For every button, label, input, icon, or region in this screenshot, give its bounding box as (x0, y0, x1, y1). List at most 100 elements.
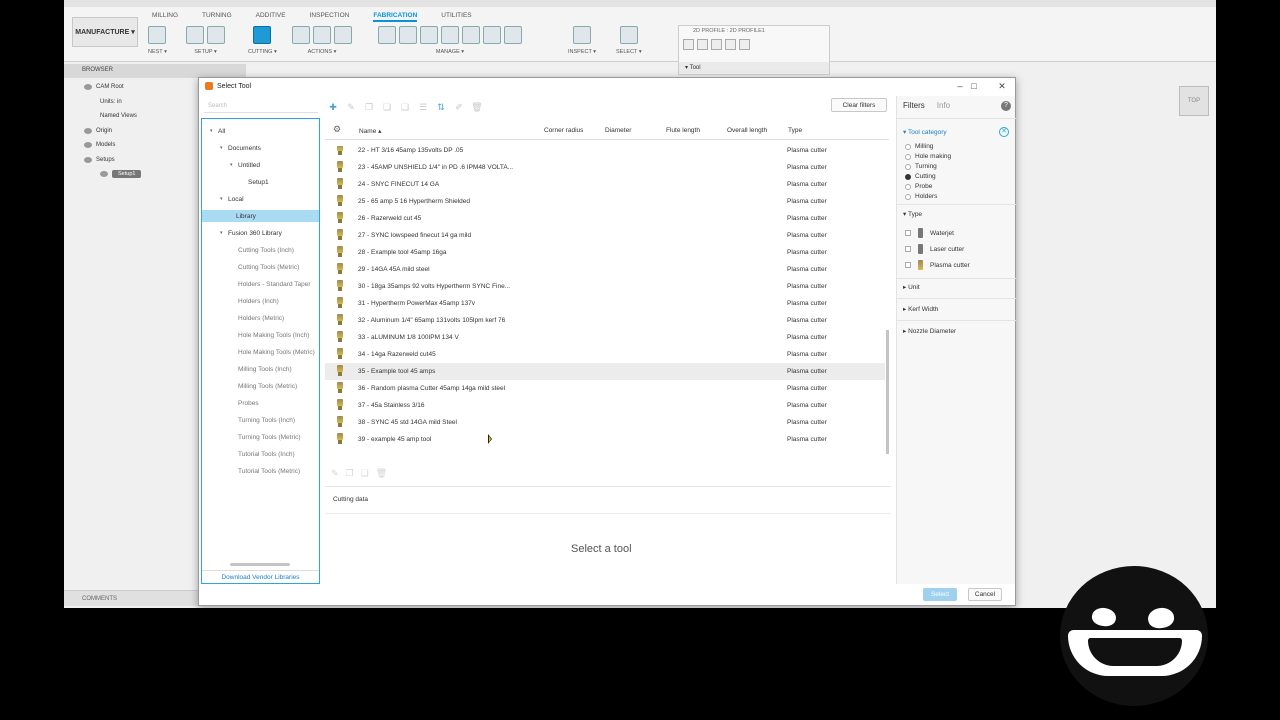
radio-button[interactable] (905, 153, 911, 160)
delete-preset-icon[interactable]: 🗑 (376, 468, 387, 479)
docs-icon[interactable] (504, 26, 522, 44)
tree-setup1[interactable]: Setup1 (84, 167, 204, 182)
nest-icon[interactable] (148, 26, 167, 44)
tree-cam-root[interactable]: CAM Root (84, 80, 204, 95)
library-tree-item[interactable]: Milling Tools (Inch) (202, 363, 319, 375)
copy-preset-icon[interactable]: ❐ (346, 468, 354, 479)
library-tree-item[interactable]: Tutorial Tools (Metric) (202, 465, 319, 477)
setup-sheet-icon[interactable] (207, 26, 225, 44)
library-tree-item[interactable]: Holders - Standard Taper (202, 278, 319, 290)
col-overall-length[interactable]: Overall length (727, 127, 767, 134)
radio-button[interactable] (905, 173, 911, 180)
table-row[interactable]: 33 - aLUMINUM 1/8 100IPM 134 V Plasma cut… (325, 329, 885, 346)
checkbox[interactable] (905, 246, 911, 252)
tab-fabrication[interactable]: FABRICATION (373, 12, 418, 22)
radio-button[interactable] (905, 143, 911, 150)
library-tree-item[interactable]: Turning Tools (Metric) (202, 431, 319, 443)
table-row[interactable]: 23 - 45AMP UNSHIELD 1/4" in PD .6 IPM48 … (325, 159, 885, 176)
table-row[interactable]: 28 - Example tool 45amp 16ga Plasma cutte… (325, 244, 885, 261)
library-tree-item[interactable]: ▾ Fusion 360 Library (202, 227, 319, 239)
table-row[interactable]: 26 - Razerweld cut 45 Plasma cutter (325, 210, 885, 227)
table-row[interactable]: 36 - Random plasma Cutter 45amp 14ga mil… (325, 380, 885, 397)
category-option[interactable]: Cutting (905, 173, 936, 180)
nest-group[interactable]: NEST ▾ (148, 24, 167, 59)
maximize-icon[interactable]: □ (967, 81, 981, 91)
setup-group[interactable]: SETUP ▾ (186, 24, 225, 59)
vertical-scrollbar[interactable] (886, 330, 889, 454)
table-row[interactable]: 31 - Hypertherm PowerMax 45amp 137v Plasm… (325, 295, 885, 312)
help-icon[interactable]: ? (1001, 101, 1011, 111)
tool-tab-icon[interactable] (683, 39, 694, 50)
tool-library-icon[interactable] (378, 26, 396, 44)
tool-category-header[interactable]: ▾ Tool category (903, 128, 947, 136)
library-tree-item[interactable]: Holders (Inch) (202, 295, 319, 307)
generic-doc-icon[interactable] (483, 26, 501, 44)
browser-header[interactable]: BROWSER (64, 64, 246, 78)
select-group[interactable]: SELECT ▾ (616, 24, 642, 59)
tab-turning[interactable]: TURNING (202, 12, 232, 22)
setup-sheet-doc-icon[interactable] (334, 26, 352, 44)
search-input[interactable]: Search (204, 101, 318, 113)
expand-caret-icon[interactable]: ▾ (220, 145, 228, 151)
eye-icon[interactable] (84, 156, 92, 163)
tree-origin[interactable]: Origin (84, 124, 204, 139)
library-tree-item[interactable]: Milling Tools (Metric) (202, 380, 319, 392)
library-tree-item[interactable]: Library (202, 210, 319, 222)
radio-button[interactable] (905, 193, 911, 200)
measure-icon[interactable] (573, 26, 592, 44)
expand-caret-icon[interactable]: ▾ (230, 162, 238, 168)
sort-icon[interactable]: ⇅ (435, 101, 447, 113)
eye-icon[interactable] (84, 142, 92, 149)
passes-tab-icon[interactable] (725, 39, 736, 50)
select-button[interactable]: Select (923, 588, 957, 601)
clear-filters-button[interactable]: Clear filters (831, 98, 887, 112)
copy-tool-icon[interactable]: ❏ (381, 101, 393, 113)
kerf-width-header[interactable]: ▸ Kerf Width (903, 305, 938, 313)
minimize-icon[interactable]: – (953, 81, 967, 91)
template-icon[interactable] (399, 26, 417, 44)
library-tree-item[interactable]: Setup1 (202, 176, 319, 188)
table-row[interactable]: 24 - SNYC FINECUT 14 GA Plasma cutter (325, 176, 885, 193)
radio-button[interactable] (905, 183, 911, 190)
category-option[interactable]: Holders (905, 193, 937, 200)
delete-tool-icon[interactable]: 🗑 (471, 101, 483, 113)
table-row[interactable]: 25 - 65 amp 5 16 Hypertherm Shielded Plas… (325, 193, 885, 210)
category-option[interactable]: Milling (905, 143, 933, 150)
tab-additive[interactable]: ADDITIVE (256, 12, 286, 22)
post-library-icon[interactable] (462, 26, 480, 44)
checkbox[interactable] (905, 262, 911, 268)
tab-info[interactable]: Info (937, 101, 950, 110)
type-option[interactable]: Waterjet (905, 228, 954, 238)
tab-utilities[interactable]: UTILITIES (441, 12, 471, 22)
add-tool-icon[interactable] (420, 26, 438, 44)
duplicate-tool-icon[interactable]: ❐ (363, 101, 375, 113)
table-row[interactable]: 22 - HT 3/16 45amp 135volts DP .05 Plasma… (325, 146, 885, 159)
close-icon[interactable]: ✕ (995, 81, 1009, 92)
type-option[interactable]: Laser cutter (905, 244, 964, 254)
table-row[interactable]: 29 - 14GA 45A mild steel Plasma cutter (325, 261, 885, 278)
type-header[interactable]: ▾ Type (903, 210, 922, 218)
eye-icon[interactable] (84, 84, 92, 91)
table-row[interactable]: 27 - SYNC lowspeed finecut 14 ga mild Pla… (325, 227, 885, 244)
tab-inspection[interactable]: INSPECTION (310, 12, 350, 22)
select-window-icon[interactable] (619, 26, 638, 44)
tab-milling[interactable]: MILLING (152, 12, 178, 22)
profile-tool-section[interactable]: ▾ Tool (679, 62, 829, 73)
paste-preset-icon[interactable]: ❏ (361, 468, 369, 479)
category-option[interactable]: Hole making (905, 153, 951, 160)
workspace-switcher-button[interactable]: MANUFACTURE ▾ (72, 17, 138, 47)
table-row[interactable]: 39 - example 45 amp tool Plasma cutter (325, 431, 885, 448)
column-settings-icon[interactable]: ⚙ (333, 124, 341, 135)
simulate-icon[interactable] (292, 26, 310, 44)
checkbox[interactable] (905, 230, 911, 236)
library-tree-item[interactable]: ▾ All (202, 125, 319, 137)
viewcube[interactable]: TOP (1179, 86, 1209, 116)
clear-category-icon[interactable]: ✕ (999, 127, 1009, 137)
expand-caret-icon[interactable]: ▾ (210, 128, 218, 134)
setup-folder-icon[interactable] (186, 26, 204, 44)
library-tree-item[interactable]: Turning Tools (Inch) (202, 414, 319, 426)
table-row[interactable]: 30 - 18ga 35amps 92 volts Hypertherm SYN… (325, 278, 885, 295)
tree-models[interactable]: Models (84, 138, 204, 153)
table-row[interactable]: 37 - 45a Stainless 3/16 Plasma cutter (325, 397, 885, 414)
category-option[interactable]: Probe (905, 183, 932, 190)
